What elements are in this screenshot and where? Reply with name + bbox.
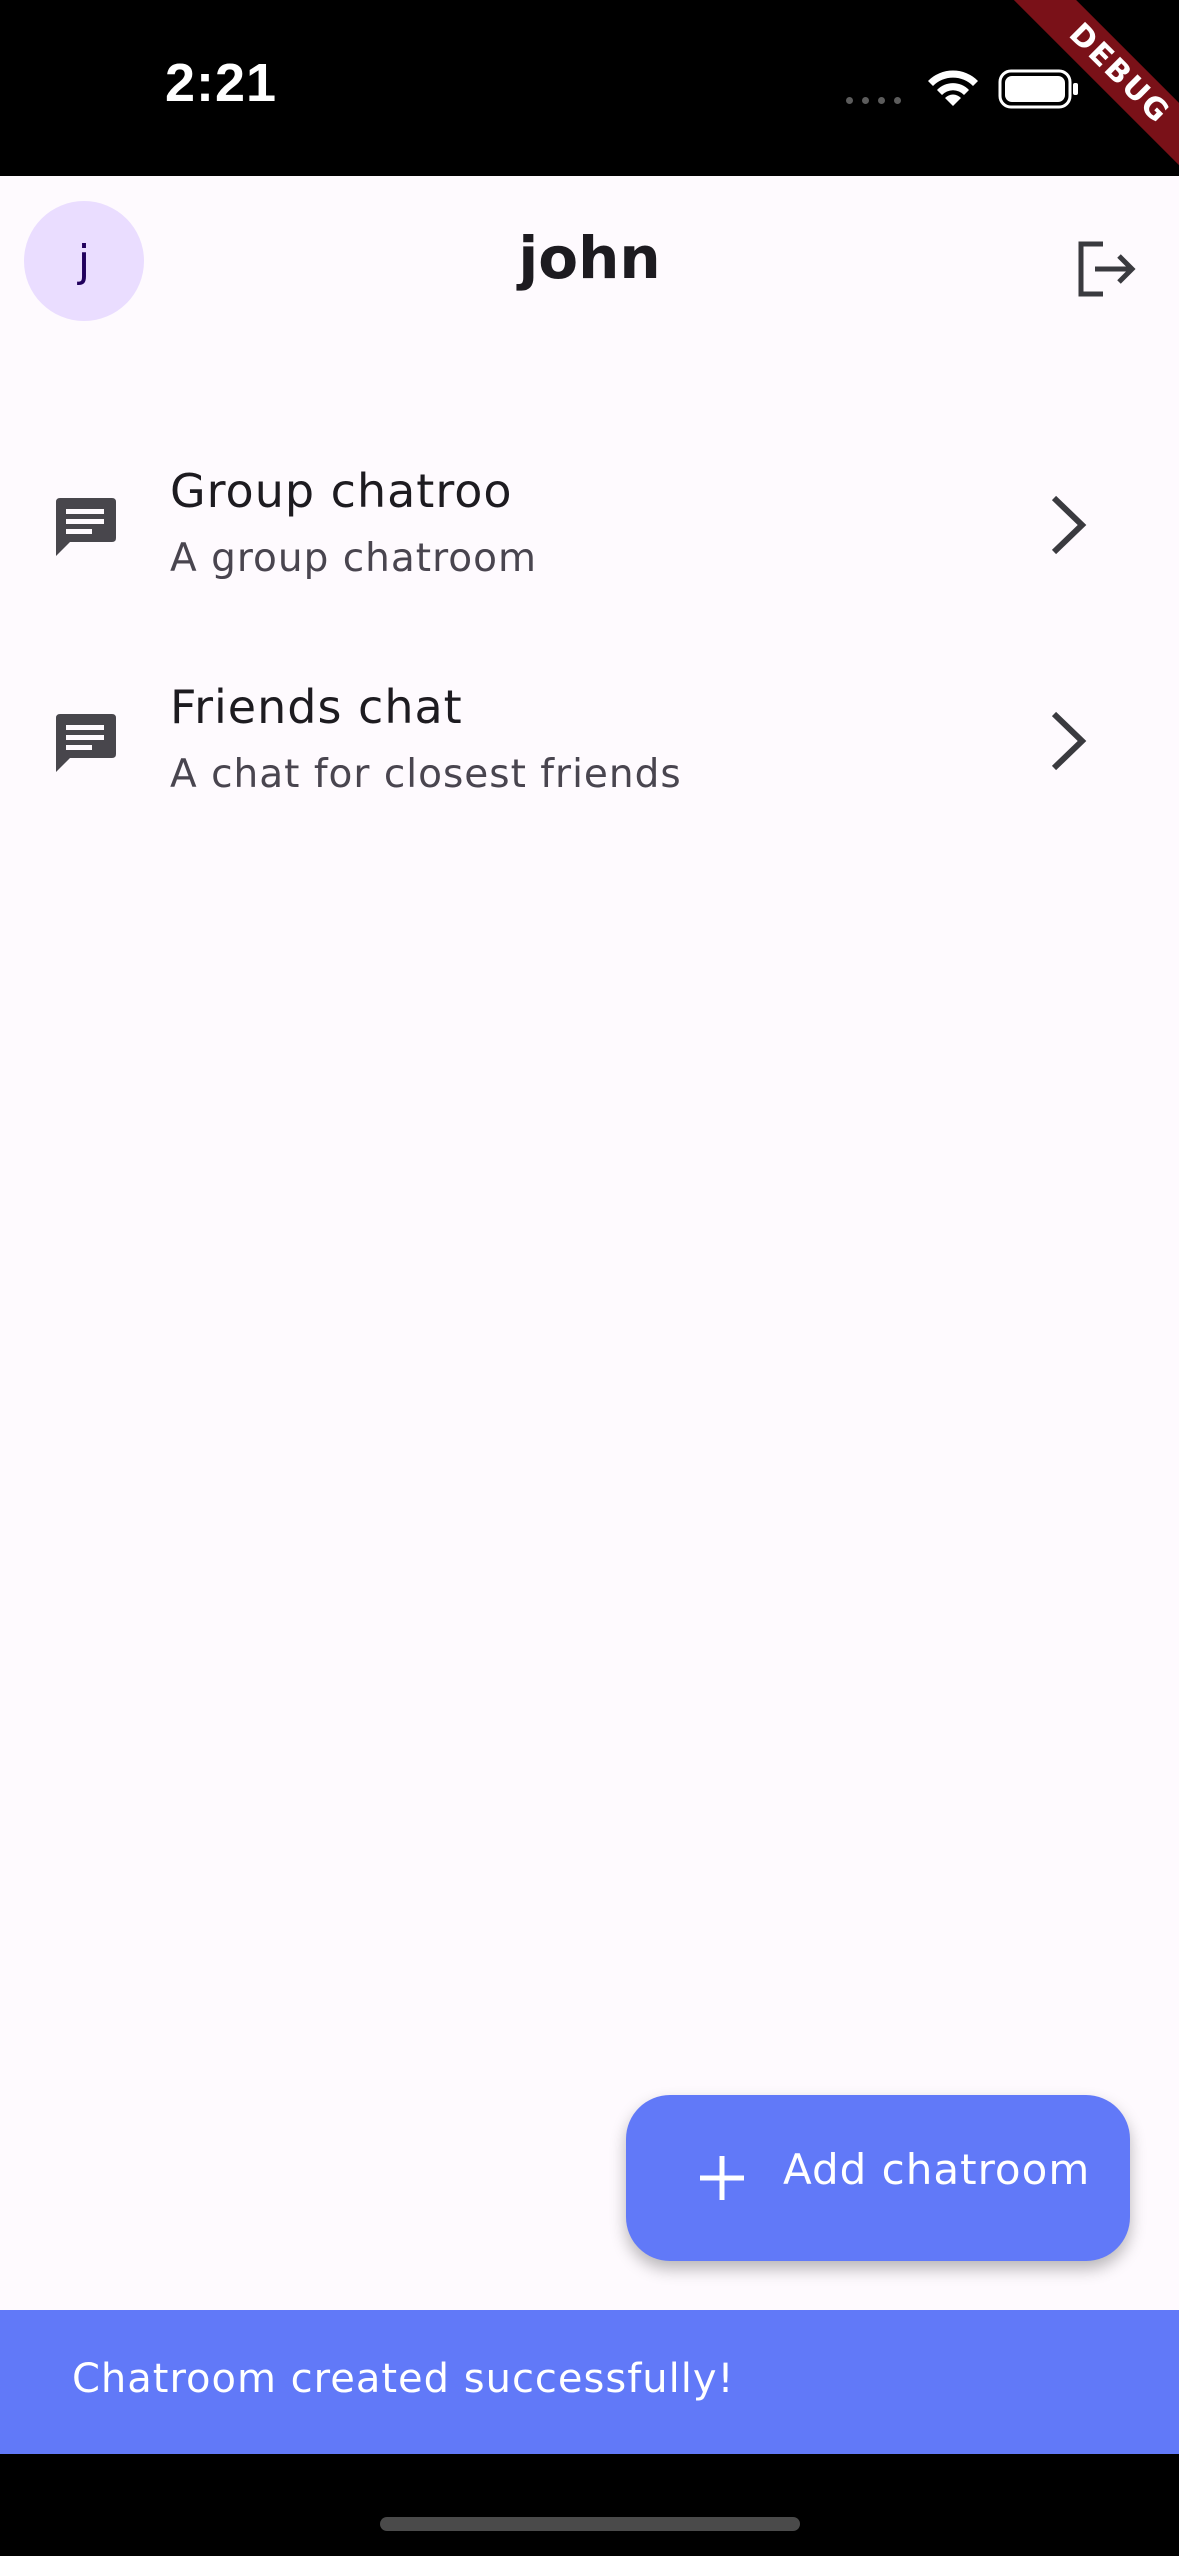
logout-icon <box>1078 241 1136 297</box>
battery-icon <box>998 69 1078 109</box>
snackbar: Chatroom created successfully! <box>0 2310 1179 2454</box>
wifi-icon <box>928 70 978 106</box>
chevron-right-icon <box>1051 711 1087 771</box>
chatroom-title: Friends chat <box>170 680 463 734</box>
chatroom-subtitle: A group chatroom <box>170 536 537 581</box>
snackbar-message: Chatroom created successfully! <box>72 2356 735 2402</box>
status-time: 2:21 <box>165 53 278 113</box>
home-indicator[interactable] <box>380 2517 800 2531</box>
add-chatroom-label: Add chatroom <box>783 2145 1091 2194</box>
page-title: john <box>518 224 661 292</box>
chevron-right-icon <box>1051 495 1087 555</box>
system-bottom-area <box>0 2454 1179 2556</box>
chat-bubble-icon <box>56 498 116 556</box>
plus-icon <box>700 2156 744 2200</box>
cellular-dots-icon <box>846 97 901 104</box>
chatroom-title: Group chatroo <box>170 464 513 518</box>
app-bar: j john <box>0 176 1179 346</box>
chatroom-item-group-chatroo[interactable]: Group chatroo A group chatroom <box>0 440 1179 656</box>
logout-button[interactable] <box>1066 229 1146 309</box>
chatroom-item-friends-chat[interactable]: Friends chat A chat for closest friends <box>0 656 1179 872</box>
chatroom-list: Group chatroo A group chatroom Friends c… <box>0 440 1179 872</box>
chat-bubble-icon <box>56 714 116 772</box>
add-chatroom-button[interactable]: Add chatroom <box>626 2095 1130 2261</box>
chatroom-subtitle: A chat for closest friends <box>170 752 682 797</box>
status-bar: 2:21 DEBUG <box>0 0 1179 196</box>
